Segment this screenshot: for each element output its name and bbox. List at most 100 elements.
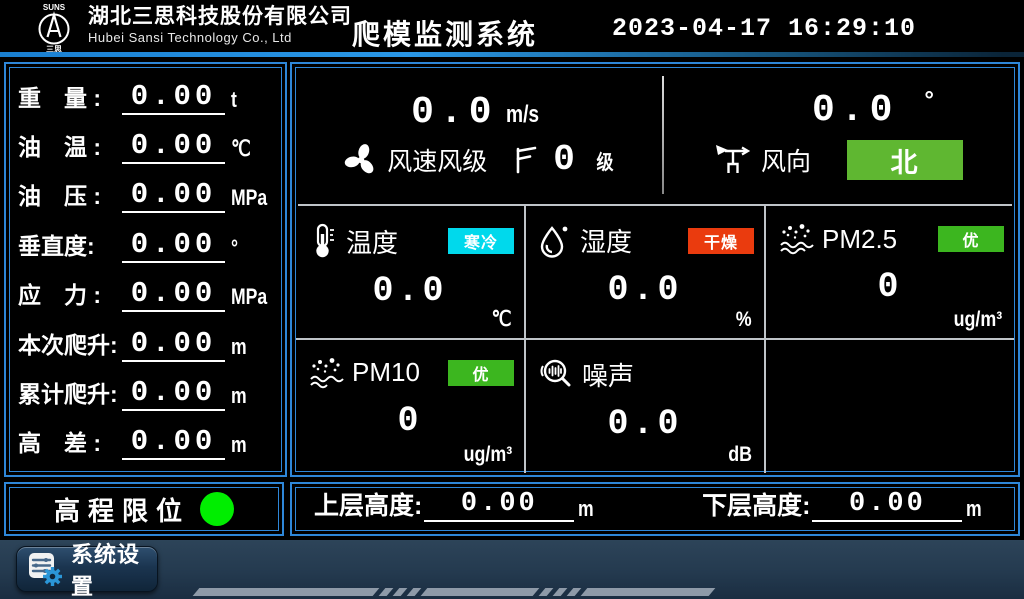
- metric-value: 0.00: [122, 82, 225, 115]
- elevation-limit-indicator: [200, 492, 234, 526]
- lower-height-unit: m: [966, 496, 982, 522]
- metric-row-height-diff: 高 差 : 0.00 m: [18, 424, 271, 460]
- dust-icon: [778, 222, 814, 256]
- metric-label: 垂直度:: [18, 227, 122, 263]
- header-accent-line: [0, 52, 1024, 57]
- metric-label: 油 压 :: [18, 177, 122, 213]
- wind-speed-label: 风速风级: [387, 142, 487, 178]
- metric-label: 本次爬升:: [18, 326, 122, 362]
- taskbar-decoration: [196, 588, 712, 596]
- lower-height-label: 下层高度:: [702, 486, 810, 522]
- metric-unit: MPa: [231, 284, 263, 312]
- elevation-limit-label: 高程限位: [54, 491, 190, 528]
- pm10-cell: PM10 优 0 ug/m³: [296, 340, 526, 474]
- pm25-label: PM2.5: [822, 224, 897, 255]
- wind-section: 0.0 m/s 风速风级: [296, 68, 1014, 204]
- metric-row-verticality: 垂直度: 0.00 °: [18, 227, 271, 263]
- pm10-unit: ug/m³: [463, 443, 512, 467]
- metric-unit: MPa: [231, 185, 263, 213]
- empty-cell: [766, 340, 1014, 474]
- temperature-status-badge: 寒冷: [448, 228, 514, 254]
- settings-sliders-gear-icon: [27, 551, 63, 587]
- wind-level-value: 0: [553, 142, 575, 178]
- company-name-cn: 湖北三思科技股份有限公司: [88, 5, 352, 28]
- taskbar: 系统设置: [0, 540, 1024, 599]
- metric-value: 0.00: [122, 329, 225, 362]
- metric-label: 应 力 :: [18, 276, 122, 312]
- environment-panel: 0.0 m/s 风速风级: [290, 62, 1020, 477]
- metric-label: 油 温 :: [18, 128, 122, 164]
- metric-label: 累计爬升:: [18, 375, 122, 411]
- wind-direction-badge: 北: [847, 140, 963, 180]
- metric-value: 0.00: [122, 230, 225, 263]
- pm25-cell: PM2.5 优 0 ug/m³: [766, 206, 1014, 340]
- metric-row-oil-temp: 油 温 : 0.00 ℃: [18, 128, 271, 164]
- page-title: 爬模监测系统: [352, 13, 538, 53]
- noise-label: 噪声: [582, 356, 634, 393]
- wind-vane-icon: [713, 142, 753, 178]
- wind-level-icon: [511, 144, 541, 176]
- metric-value: 0.00: [122, 378, 225, 411]
- noise-icon: [538, 356, 574, 392]
- humidity-status-badge: 干燥: [688, 228, 754, 254]
- wind-divider: [662, 76, 664, 194]
- temperature-value: 0.0: [296, 274, 524, 309]
- noise-cell: 噪声 0.0 dB: [526, 340, 766, 474]
- pm25-value: 0: [766, 270, 1014, 305]
- dust-icon: [308, 356, 344, 390]
- metric-unit: ℃: [231, 136, 263, 164]
- metric-value: 0.00: [122, 180, 225, 213]
- thermometer-icon: [308, 222, 338, 260]
- droplet-icon: [538, 223, 572, 259]
- metric-row-oil-pressure: 油 压 : 0.00 MPa: [18, 177, 271, 213]
- metric-row-stress: 应 力 : 0.00 MPa: [18, 276, 271, 312]
- humidity-cell: 湿度 干燥 0.0 %: [526, 206, 766, 340]
- metric-value: 0.00: [122, 427, 225, 460]
- wind-speed-value: 0.0: [411, 94, 497, 132]
- metric-unit: m: [231, 383, 263, 411]
- monitoring-screen: SUNS 三思 湖北三思科技股份有限公司 Hubei Sansi Technol…: [0, 0, 1024, 599]
- pm25-unit: ug/m³: [953, 308, 1002, 332]
- metric-label: 高 差 :: [18, 424, 122, 460]
- metric-label: 重 量 :: [18, 79, 122, 115]
- wind-level-unit: 级: [596, 146, 613, 175]
- company-name-block: 湖北三思科技股份有限公司 Hubei Sansi Technology Co.,…: [88, 5, 352, 45]
- pm10-label: PM10: [352, 357, 420, 388]
- humidity-label: 湿度: [580, 222, 632, 259]
- wind-direction-value: 0.0: [812, 92, 898, 130]
- wind-speed-unit: m/s: [506, 101, 539, 129]
- metric-value: 0.00: [122, 131, 225, 164]
- pm25-status-badge: 优: [938, 226, 1004, 252]
- elevation-limit-panel: 高程限位: [4, 482, 284, 536]
- upper-height-label: 上层高度:: [314, 486, 422, 522]
- upper-height-value: 0.00: [424, 491, 574, 522]
- humidity-value: 0.0: [526, 273, 764, 308]
- metric-unit: m: [231, 432, 263, 460]
- wind-direction-label: 风向: [761, 142, 811, 178]
- metric-unit: t: [231, 87, 263, 115]
- company-logo-icon: SUNS 三思: [26, 2, 82, 54]
- system-settings-button[interactable]: 系统设置: [16, 546, 158, 592]
- datetime-display: 2023-04-17 16:29:10: [612, 14, 916, 43]
- noise-value: 0.0: [526, 407, 764, 442]
- noise-unit: dB: [728, 443, 752, 467]
- layer-heights-panel: 上层高度: 0.00 m 下层高度: 0.00 m: [290, 482, 1020, 536]
- metric-row-weight: 重 量 : 0.00 t: [18, 79, 271, 115]
- temperature-cell: 温度 寒冷 0.0 ℃: [296, 206, 526, 340]
- wind-direction-block: 0.0 ° 风向 北: [662, 68, 1014, 204]
- metric-value: 0.00: [122, 279, 225, 312]
- metric-row-current-climb: 本次爬升: 0.00 m: [18, 326, 271, 362]
- lower-height-value: 0.00: [812, 491, 962, 522]
- company-name-en: Hubei Sansi Technology Co., Ltd: [88, 31, 352, 45]
- settings-button-label: 系统设置: [71, 537, 147, 599]
- upper-height-unit: m: [578, 496, 594, 522]
- metrics-panel: 重 量 : 0.00 t 油 温 : 0.00 ℃ 油 压 : 0.00 MPa…: [4, 62, 287, 477]
- fan-icon: [343, 142, 379, 178]
- header: SUNS 三思 湖北三思科技股份有限公司 Hubei Sansi Technol…: [0, 0, 1024, 52]
- pm10-status-badge: 优: [448, 360, 514, 386]
- svg-text:SUNS: SUNS: [43, 3, 66, 12]
- wind-speed-block: 0.0 m/s 风速风级: [296, 68, 662, 204]
- temperature-label: 温度: [346, 223, 398, 260]
- temperature-unit: ℃: [492, 307, 512, 332]
- metric-unit: °: [231, 235, 263, 263]
